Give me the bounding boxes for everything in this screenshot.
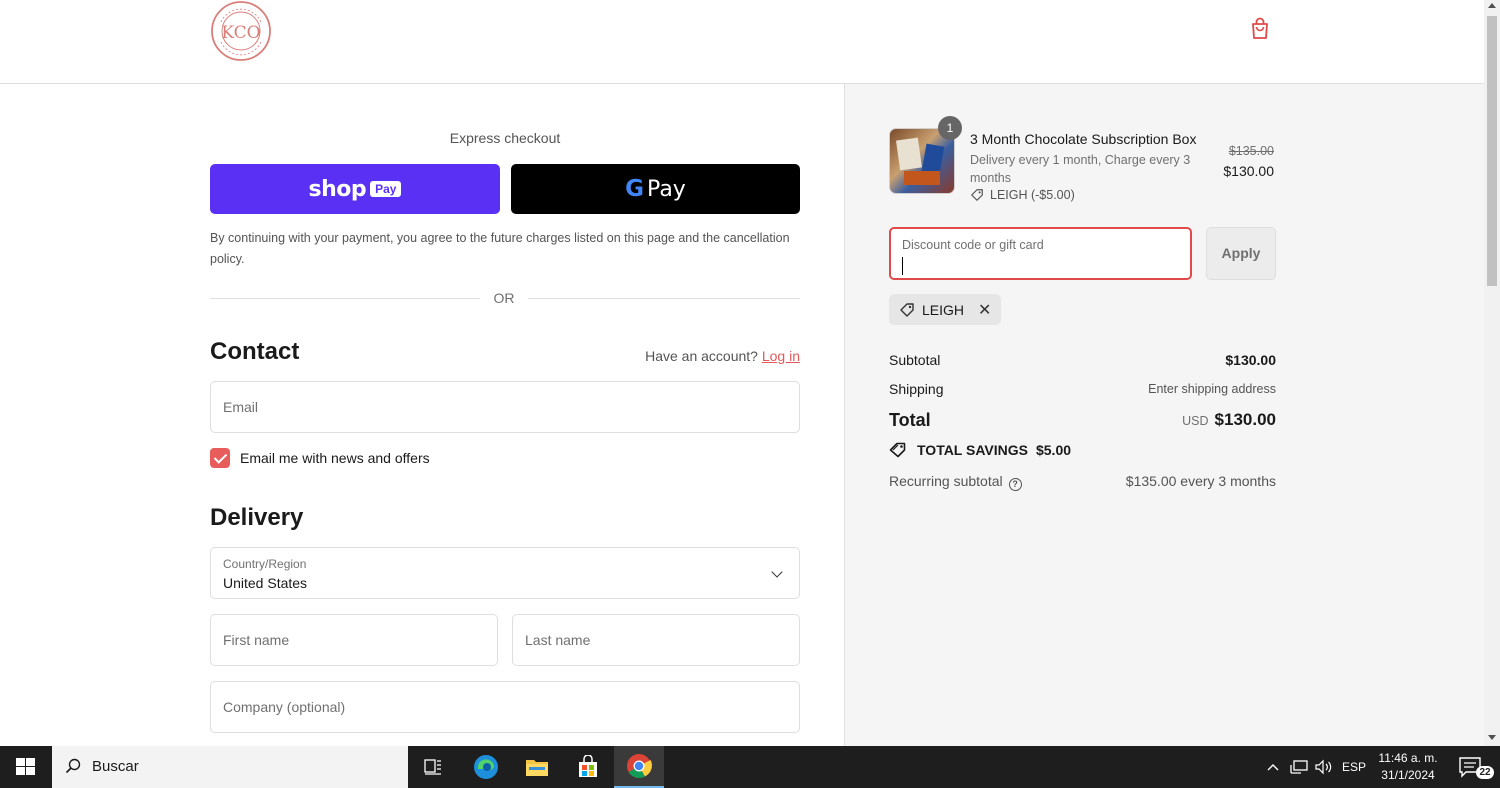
clock-time: 11:46 a. m. [1378,751,1438,765]
logo-initials: KCO [221,23,260,43]
notification-count: 22 [1479,767,1491,778]
text-caret [902,257,903,275]
delivery-heading: Delivery [210,504,304,531]
newsletter-option[interactable]: Email me with news and offers [210,448,430,468]
scroll-thumb[interactable] [1487,16,1497,286]
recurring-value: $135.00 every 3 months [1125,473,1276,489]
product-title: 3 Month Chocolate Subscription Box [970,131,1197,147]
company-field[interactable]: Company (optional) [210,681,800,733]
product-subscription-details: Delivery every 1 month, Charge every 3 m… [970,153,1191,185]
google-pay-button[interactable]: G Pay [511,164,800,214]
file-explorer-icon[interactable] [512,746,562,788]
edge-browser-icon[interactable] [461,746,511,788]
tag-icon [900,302,914,317]
tag-icon [971,189,983,201]
windows-logo-icon [16,758,36,776]
taskbar-search[interactable]: Buscar [52,746,408,788]
store-logo[interactable]: KCO [209,0,273,62]
total-value: $130.00 [1214,410,1276,429]
task-view-icon[interactable] [408,746,458,788]
show-hidden-icons-chevron-up-icon[interactable] [1264,746,1282,788]
country-value: United States [223,575,308,591]
savings-label: TOTAL SAVINGS [917,442,1028,458]
store-icon[interactable] [563,746,613,788]
subtotal-label: Subtotal [889,352,941,368]
checkout-page: KCO Express checkout shop Pay G Pay By c… [0,0,1500,788]
apply-discount-button[interactable]: Apply [1206,227,1276,280]
help-icon[interactable]: ? [1008,478,1022,491]
shipping-label: Shipping [889,381,944,397]
company-placeholder: Company (optional) [223,699,346,715]
discount-placeholder: Discount code or gift card [902,238,1044,252]
shop-pay-badge: Pay [370,181,402,197]
newsletter-checkbox[interactable] [210,448,230,468]
page-scrollbar[interactable] [1484,0,1500,746]
country-label: Country/Region [223,557,307,571]
product-discount-tag: LEIGH (-$5.00) [970,188,1075,202]
current-price: $130.00 [1223,163,1274,179]
email-placeholder: Email [223,399,259,415]
savings-value: $5.00 [1035,442,1072,458]
shopping-bag-icon[interactable] [1249,17,1271,41]
start-button[interactable] [0,746,52,788]
order-summary: 1 3 Month Chocolate Subscription Box Del… [844,84,1484,746]
checkout-form: Express checkout shop Pay G Pay By conti… [0,84,844,746]
applied-discount-chip: LEIGH ✕ [889,294,1002,325]
network-icon[interactable] [1288,746,1310,788]
input-language-indicator[interactable]: ESP [1341,746,1367,788]
notification-center[interactable]: 22 [1452,746,1500,788]
divider-line [528,298,800,299]
or-text: OR [493,290,515,306]
savings-row: TOTAL SAVINGS $5.00 [889,441,1276,459]
product-discount-text: LEIGH (-$5.00) [990,188,1075,202]
express-checkout-label: Express checkout [449,130,561,146]
search-icon [65,758,81,774]
shipping-row: Shipping Enter shipping address [889,381,1276,397]
google-pay-text: Pay [647,176,686,202]
tag-icon [889,442,906,458]
have-account-text: Have an account? [645,348,758,364]
contact-heading: Contact [210,338,300,365]
newsletter-label: Email me with news and offers [240,450,430,466]
recurring-row: Recurring subtotal? $135.00 every 3 mont… [889,473,1276,491]
total-row: Total USD $130.00 [889,410,1276,431]
subtotal-value: $130.00 [1225,352,1276,368]
shipping-value: Enter shipping address [1148,382,1276,396]
search-text: Buscar [92,758,139,775]
windows-taskbar: Buscar ESP 11:46 a. m. 31/1/2024 22 [0,746,1500,788]
system-clock[interactable]: 11:46 a. m. 31/1/2024 [1372,750,1444,784]
recurring-label: Recurring subtotal [889,473,1003,489]
or-divider: OR [210,290,800,306]
original-price: $135.00 [1228,144,1274,158]
total-label: Total [889,410,931,430]
shop-pay-button[interactable]: shop Pay [210,164,500,214]
login-link[interactable]: Log in [762,348,800,364]
volume-icon[interactable] [1313,746,1335,788]
remove-discount-close-icon[interactable]: ✕ [978,300,991,320]
clock-date: 31/1/2024 [1381,768,1435,782]
first-name-placeholder: First name [223,632,290,648]
divider-line [210,298,480,299]
google-g-icon: G [625,176,645,202]
last-name-field[interactable]: Last name [512,614,800,666]
email-field[interactable]: Email [210,381,800,433]
quantity-badge: 1 [938,116,962,140]
payment-terms: By continuing with your payment, you agr… [210,231,790,266]
first-name-field[interactable]: First name [210,614,498,666]
total-amount: USD $130.00 [1182,410,1276,430]
have-account-prompt: Have an account? Log in [645,348,800,364]
subtotal-row: Subtotal $130.00 [889,352,1276,368]
country-select[interactable]: Country/Region United States [210,547,800,599]
shop-pay-logo-text: shop [308,176,367,202]
chrome-browser-icon[interactable] [614,746,664,788]
last-name-placeholder: Last name [525,632,591,648]
scroll-down-arrow-icon[interactable] [1488,735,1496,740]
discount-code-input[interactable]: Discount code or gift card [889,227,1192,280]
applied-code-text: LEIGH [922,301,965,318]
total-currency: USD [1182,414,1209,428]
header: KCO [0,0,1484,84]
chevron-down-icon [771,566,783,578]
scroll-up-arrow-icon[interactable] [1488,3,1496,8]
